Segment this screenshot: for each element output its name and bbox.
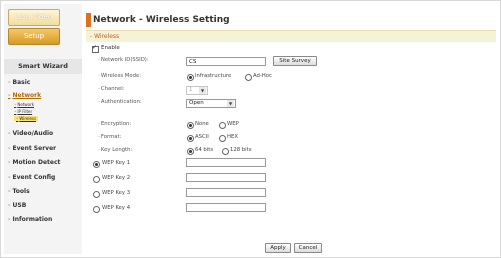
wep-key-1-radio[interactable] — [93, 161, 100, 168]
live-video-tab[interactable]: Live Video — [8, 9, 60, 26]
setup-tab[interactable]: Setup — [8, 28, 60, 45]
wep-key-3-label: WEP Key 3 — [102, 190, 131, 196]
format-label: -Format: — [98, 134, 122, 140]
bullet-icon: • — [14, 102, 17, 107]
sidebar-item-network[interactable]: - Network — [8, 92, 41, 99]
mode-infrastructure-radio[interactable] — [187, 74, 194, 81]
mode-adhoc-radio[interactable] — [245, 74, 252, 81]
wep-key-2-label: WEP Key 2 — [102, 175, 131, 181]
mode-adhoc-label: Ad-Hoc — [253, 73, 272, 79]
channel-label: -Channel: — [98, 86, 125, 92]
sidebar-subitem-wireless[interactable]: •Wireless — [14, 116, 39, 121]
sidebar-item-information[interactable]: - Information — [8, 216, 52, 223]
sidebar-item-usb[interactable]: - USB — [8, 202, 26, 209]
bullet-icon: - — [8, 202, 11, 209]
bullet-icon: - — [8, 216, 11, 223]
sidebar-item-motion-detect[interactable]: - Motion Detect — [8, 159, 60, 166]
encryption-wep-label: WEP — [227, 121, 239, 127]
wireless-mode-label: -Wireless Mode: — [98, 73, 141, 79]
key-length-64-radio[interactable] — [187, 148, 194, 155]
wep-key-3-radio[interactable] — [93, 191, 100, 198]
bullet-icon: • — [16, 116, 19, 121]
wep-key-4-label: WEP Key 4 — [102, 205, 131, 211]
sidebar-item-event-config[interactable]: - Event Config — [8, 174, 55, 181]
encryption-none-radio[interactable] — [187, 122, 194, 129]
bullet-icon: • — [14, 109, 17, 114]
enable-checkbox[interactable] — [92, 44, 99, 53]
wep-key-4-radio[interactable] — [93, 206, 100, 213]
key-length-64-label: 64 bits — [195, 147, 214, 153]
chevron-down-icon: ▼ — [199, 87, 206, 94]
ssid-label: -Network ID(SSID): — [98, 57, 149, 63]
format-hex-label: HEX — [227, 134, 238, 140]
wep-key-2-radio[interactable] — [93, 176, 100, 183]
encryption-label: -Encryption: — [98, 121, 132, 127]
bullet-icon: - — [8, 174, 11, 181]
sidebar-subitem-ip-filter[interactable]: •IP Filter — [14, 109, 32, 114]
wep-key-4-input[interactable] — [186, 203, 266, 212]
encryption-none-label: None — [195, 121, 209, 127]
sidebar-item-event-server[interactable]: - Event Server — [8, 145, 56, 152]
page-title: Network - Wireless Setting — [93, 15, 230, 25]
bullet-icon: - — [8, 92, 11, 99]
bullet-icon: - — [8, 145, 11, 152]
sidebar-subitem-network[interactable]: •Network — [14, 102, 34, 107]
wep-key-2-input[interactable] — [186, 173, 266, 182]
bullet-icon: - — [8, 159, 11, 166]
bullet-icon: - — [8, 79, 11, 86]
section-title: - Wireless — [90, 33, 120, 40]
bullet-icon: - — [8, 130, 11, 137]
enable-label: Enable — [101, 45, 120, 51]
ssid-input[interactable]: CS — [186, 57, 266, 66]
mode-infrastructure-label: Infrastructure — [195, 73, 232, 79]
sidebar-item-basic[interactable]: - Basic — [8, 79, 30, 86]
sidebar-item-video-audio[interactable]: - Video/Audio — [8, 130, 53, 137]
sidebar: Live Video Setup Smart Wizard - Basic - Ne… — [4, 4, 82, 254]
apply-button[interactable]: Apply — [265, 243, 291, 253]
format-hex-radio[interactable] — [219, 135, 226, 142]
format-ascii-radio[interactable] — [187, 135, 194, 142]
sidebar-item-tools[interactable]: - Tools — [8, 188, 30, 195]
title-accent-bar — [86, 13, 91, 27]
key-length-128-radio[interactable] — [222, 148, 229, 155]
format-ascii-label: ASCII — [195, 134, 209, 140]
section-header — [86, 30, 496, 42]
encryption-wep-radio[interactable] — [219, 122, 226, 129]
cancel-button[interactable]: Cancel — [294, 243, 322, 253]
channel-select[interactable]: 1 ▼ — [186, 86, 208, 95]
authentication-label: -Authentication: — [98, 99, 142, 105]
chevron-down-icon: ▼ — [227, 100, 234, 107]
wep-key-1-label: WEP Key 1 — [102, 160, 131, 166]
wep-key-1-input[interactable] — [186, 158, 266, 167]
smart-wizard-button[interactable]: Smart Wizard — [4, 59, 82, 74]
authentication-select[interactable]: Open ▼ — [186, 99, 236, 108]
bullet-icon: - — [8, 188, 11, 195]
site-survey-button[interactable]: Site Survey — [273, 56, 317, 66]
key-length-label: -Key Length: — [98, 147, 133, 153]
key-length-128-label: 128 bits — [230, 147, 252, 153]
wep-key-3-input[interactable] — [186, 188, 266, 197]
